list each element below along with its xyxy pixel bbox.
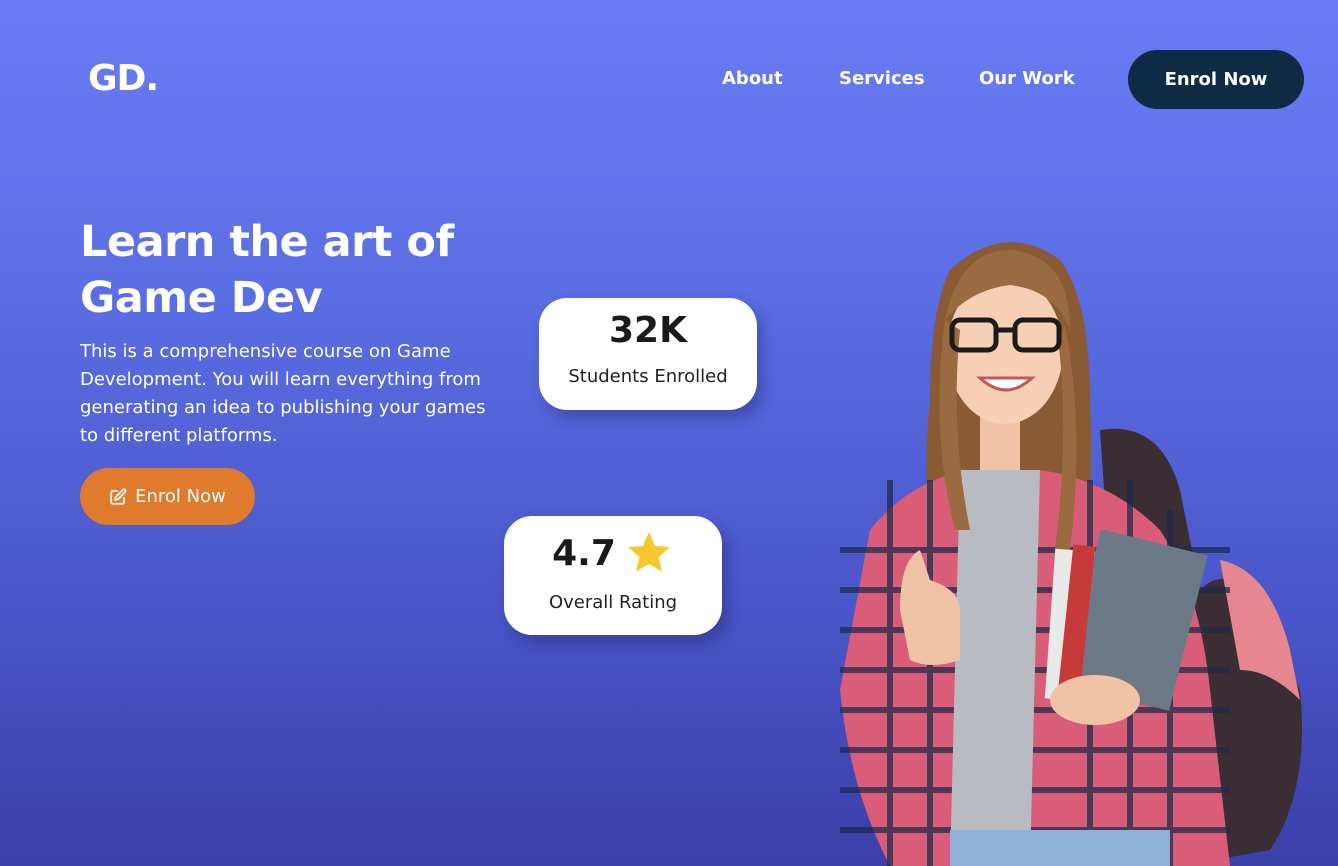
hero-enrol-label: Enrol Now: [135, 486, 226, 507]
students-value: 32K: [609, 310, 687, 351]
nav-enrol-button[interactable]: Enrol Now: [1128, 50, 1304, 109]
students-stat-card: 32K Students Enrolled: [539, 298, 757, 410]
nav-link-about[interactable]: About: [722, 68, 783, 89]
hero-title-line1: Learn the art of: [80, 217, 454, 267]
star-icon: [628, 532, 670, 572]
edit-icon: [110, 488, 127, 505]
hero-title-line2: Game Dev: [80, 273, 323, 323]
nav-link-our-work[interactable]: Our Work: [979, 68, 1075, 89]
rating-value: 4.7: [552, 532, 616, 574]
students-label: Students Enrolled: [568, 366, 728, 387]
brand-logo[interactable]: GD.: [88, 58, 159, 99]
hero-title: Learn the art of Game Dev: [80, 214, 510, 326]
rating-stat-card: 4.7 Overall Rating: [504, 516, 722, 635]
hero-enrol-button[interactable]: Enrol Now: [80, 468, 255, 525]
nav-link-services[interactable]: Services: [839, 68, 925, 89]
student-photo: [840, 242, 1302, 866]
rating-label: Overall Rating: [548, 592, 678, 613]
rating-row: 4.7: [504, 528, 722, 578]
hero-description: This is a comprehensive course on Game D…: [80, 341, 486, 446]
nav-enrol-label: Enrol Now: [1164, 69, 1268, 90]
